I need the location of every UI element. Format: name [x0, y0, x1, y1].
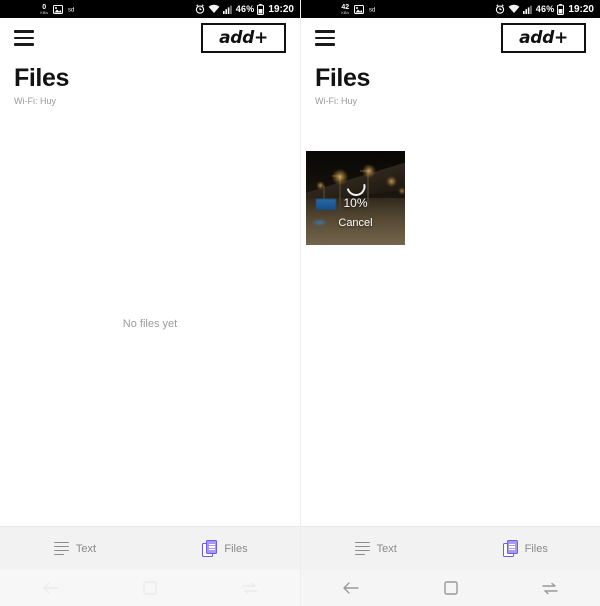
home-square-icon[interactable] — [401, 581, 501, 595]
battery-icon — [557, 3, 565, 15]
app-logo: add+ — [201, 23, 286, 53]
tab-text-label: Text — [75, 542, 97, 555]
hamburger-menu-icon[interactable] — [315, 30, 335, 46]
status-bar-clock: 19:20 — [568, 3, 594, 15]
wifi-icon — [208, 4, 220, 14]
text-lines-icon — [354, 541, 370, 556]
network-speed-indicator: 42 KB/s — [341, 4, 349, 15]
wifi-icon — [508, 4, 520, 14]
screenshot-pair: 0 KB/s sd 46% 19:20 add+ Files Wi-Fi: Hu… — [0, 0, 600, 606]
tab-text-label: Text — [376, 542, 397, 555]
cancel-upload-button[interactable]: Cancel — [306, 217, 405, 229]
network-speed-indicator: 0 KB/s — [40, 4, 48, 15]
page-title: Files — [315, 64, 370, 92]
phone-screen-uploading: 42 KB/s sd 46% 19:20 add+ Files Wi-Fi: H… — [300, 0, 600, 606]
app-logo-text: add+ — [519, 28, 568, 48]
text-lines-icon — [53, 541, 69, 556]
network-speed-unit: KB/s — [40, 9, 49, 15]
image-icon — [53, 4, 64, 14]
status-bar-right: 46% 19:20 — [495, 3, 594, 15]
network-speed-unit: KB/s — [341, 9, 350, 15]
recents-icon[interactable] — [200, 582, 300, 595]
signal-icon — [522, 5, 533, 14]
status-bar-left: 42 KB/s sd — [341, 4, 378, 15]
file-upload-card[interactable]: 10% Cancel — [306, 151, 405, 245]
app-bar: add+ — [0, 18, 300, 58]
wifi-status-label: Wi-Fi: Huy — [14, 96, 56, 106]
battery-icon — [257, 3, 265, 15]
upload-progress-label: 10% — [343, 196, 368, 210]
empty-state-message: No files yet — [122, 318, 178, 330]
app-logo-text: add+ — [219, 28, 268, 48]
alarm-icon — [495, 4, 505, 14]
home-square-icon[interactable] — [100, 581, 200, 595]
battery-percent: 46% — [235, 4, 255, 14]
image-icon — [354, 4, 365, 14]
bottom-tab-bar: Text Files — [0, 526, 300, 570]
status-bar-right: 46% 19:20 — [195, 3, 294, 15]
android-nav-bar — [301, 570, 600, 606]
page-header: Files Wi-Fi: Huy — [0, 58, 300, 106]
documents-icon — [202, 540, 218, 557]
hamburger-menu-icon[interactable] — [14, 30, 34, 46]
page-title: Files — [14, 64, 69, 92]
tab-files[interactable]: Files — [451, 540, 600, 557]
files-content-area: No files yet — [0, 106, 300, 526]
alarm-icon — [195, 4, 205, 14]
tab-text[interactable]: Text — [0, 541, 150, 556]
bottom-tab-bar: Text Files — [301, 526, 600, 570]
phone-screen-empty: 0 KB/s sd 46% 19:20 add+ Files Wi-Fi: Hu… — [0, 0, 300, 606]
wifi-status-label: Wi-Fi: Huy — [315, 96, 357, 106]
status-bar: 42 KB/s sd 46% 19:20 — [301, 0, 600, 18]
app-bar: add+ — [301, 18, 600, 58]
tab-files[interactable]: Files — [150, 540, 300, 557]
back-arrow-icon[interactable] — [0, 581, 100, 595]
svg-text:sd: sd — [68, 8, 74, 14]
status-bar-left: 0 KB/s sd — [40, 4, 77, 15]
files-content-area: 10% Cancel — [301, 106, 600, 526]
sim-icon: sd — [369, 5, 378, 14]
recents-icon[interactable] — [500, 582, 600, 595]
back-arrow-icon[interactable] — [301, 581, 401, 595]
documents-icon — [502, 540, 518, 557]
status-bar-clock: 19:20 — [268, 3, 294, 15]
status-bar: 0 KB/s sd 46% 19:20 — [0, 0, 300, 18]
page-header: Files Wi-Fi: Huy — [301, 58, 600, 106]
tab-text[interactable]: Text — [301, 541, 451, 556]
tab-files-label: Files — [524, 542, 548, 555]
battery-percent: 46% — [535, 4, 555, 14]
sim-icon: sd — [68, 5, 77, 14]
android-nav-bar — [0, 570, 300, 606]
app-logo: add+ — [501, 23, 586, 53]
svg-text:sd: sd — [369, 8, 375, 14]
tab-files-label: Files — [224, 542, 248, 555]
signal-icon — [222, 5, 233, 14]
